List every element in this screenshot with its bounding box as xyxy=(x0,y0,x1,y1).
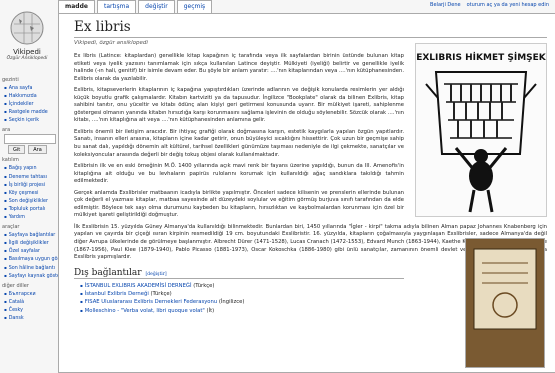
sidebar-item-help[interactable]: Yardım xyxy=(4,213,58,221)
exlibris-caption: EXLIBRIS HİKMET ŞİMŞEK xyxy=(416,52,546,63)
tools-heading: araçlar xyxy=(2,224,20,231)
logo-title: Vikipedi xyxy=(13,48,41,56)
exlibris-illustration: EXLIBRIS HİKMET ŞİMŞEK xyxy=(416,44,547,216)
link-lang-3: (İngilizce) xyxy=(217,299,245,306)
paragraph-5: Gerçek anlamda Exslibrisler matbaanın ic… xyxy=(74,189,404,219)
puzzle-globe-icon xyxy=(10,11,44,45)
sidebar-item-collab[interactable]: İş birliği projesi xyxy=(4,181,58,189)
lang-bg[interactable]: Български xyxy=(4,290,58,298)
sidebar-item-village-pump[interactable]: Köy çeşmesi xyxy=(4,189,58,197)
sidebar-item-about[interactable]: Hakkımızda xyxy=(4,92,58,100)
tools-list: Sayfaya bağlantılar İlgili değişiklikler… xyxy=(0,231,74,280)
sidebar-item-main-page[interactable]: Ana sayfa xyxy=(4,84,58,92)
page-title: Ex libris xyxy=(74,19,547,38)
logo-tagline: Özgür Ansiklopedi xyxy=(6,56,48,61)
paragraph-1: Ex libris (Latince: kitaplardan) genelli… xyxy=(74,53,404,82)
tab-edit[interactable]: değiştir xyxy=(138,0,175,13)
paragraph-2: Exlibris, kitapseverlerin kitaplarının i… xyxy=(74,87,404,124)
search-buttons: Git Ara xyxy=(8,145,58,155)
paragraph-4: Exlibrisin ilk ve en eski örneğinin M.Ö.… xyxy=(74,163,404,185)
participation-heading: katılım xyxy=(2,157,19,164)
sidebar-item-sandbox[interactable]: Deneme tahtası xyxy=(4,173,58,181)
sidebar-item-what-links[interactable]: Sayfaya bağlantılar xyxy=(4,231,58,239)
sidebar-item-printable[interactable]: Basılmaya uygun görünüm xyxy=(4,255,74,263)
languages-heading: diğer diller xyxy=(2,282,29,289)
book-cover-illustration xyxy=(466,239,544,367)
external-links-heading: Dış bağlantılar [değiştir] xyxy=(74,268,404,279)
page-tabs: madde tartışma değiştir geçmiş xyxy=(58,0,213,13)
tab-history[interactable]: geçmiş xyxy=(176,0,213,13)
sidebar: gezinti Ana sayfa Hakkımızda İçindekiler… xyxy=(0,74,74,322)
sidebar-item-donate[interactable]: Bağış yapın xyxy=(4,164,58,172)
sidebar-item-related[interactable]: İlgili değişiklikler xyxy=(4,239,58,247)
user-area: Belarji Dene oturum aç ya da yeni hesap … xyxy=(430,0,549,10)
link-lang-1: (Türkçe) xyxy=(191,282,215,289)
external-link-3[interactable]: FISAE Uluslararası Exlibris Dernekleri F… xyxy=(85,299,217,305)
search-input[interactable] xyxy=(4,134,56,145)
sidebar-item-cite[interactable]: Sayfayı kaynak göster xyxy=(4,272,62,280)
paragraph-3: Exlibris önemli bir iletişim aracıdır. B… xyxy=(74,128,404,158)
languages-list: Български Català Česky Dansk xyxy=(0,290,58,322)
sidebar-item-special[interactable]: Özel sayfalar xyxy=(4,247,58,255)
sidebar-item-random[interactable]: Rastgele madde xyxy=(4,108,58,116)
external-link-2[interactable]: İstanbul Exlibris Derneği xyxy=(85,291,149,297)
sidebar-item-recent-changes[interactable]: Son değişiklikler xyxy=(4,197,58,205)
sidebar-item-community[interactable]: Topluluk portalı xyxy=(4,205,58,213)
go-button[interactable]: Git xyxy=(8,145,26,155)
section-title: Dış bağlantılar xyxy=(74,267,142,278)
sidebar-item-featured[interactable]: Seçkin içerik xyxy=(4,116,58,124)
search-heading: ara xyxy=(2,127,11,134)
nav-list: Ana sayfa Hakkımızda İçindekiler Rastgel… xyxy=(0,84,58,124)
participation-list: Bağış yapın Deneme tahtası İş birliği pr… xyxy=(0,164,58,221)
external-link-1[interactable]: İSTANBUL EXLIBRIS AKADEMİSİ DERNEĞİ xyxy=(85,283,192,289)
search-button[interactable]: Ara xyxy=(28,145,47,155)
sidebar-item-permalink[interactable]: Son hâline bağlantı xyxy=(4,264,58,272)
nav-heading: gezinti xyxy=(2,77,19,83)
section-edit-link[interactable]: [değiştir] xyxy=(146,272,167,277)
book-cover-image[interactable] xyxy=(465,238,545,368)
tab-article[interactable]: madde xyxy=(58,0,95,13)
sidebar-item-contents[interactable]: İçindekiler xyxy=(4,100,58,108)
lang-da[interactable]: Dansk xyxy=(4,314,58,322)
exlibris-image[interactable]: EXLIBRIS HİKMET ŞİMŞEK xyxy=(415,43,547,217)
username-link[interactable]: Belarji Dene xyxy=(430,2,461,8)
lang-cs[interactable]: Česky xyxy=(4,306,58,314)
link-lang-4: (İt) xyxy=(204,307,215,314)
login-link[interactable]: oturum aç ya da yeni hesap edin xyxy=(467,2,549,8)
wiki-logo[interactable]: Vikipedi Özgür Ansiklopedi xyxy=(4,9,50,61)
tab-talk[interactable]: tartışma xyxy=(96,0,137,13)
link-lang-2: (Türkçe) xyxy=(148,291,172,298)
external-link-4[interactable]: Molleschino - "Verba volat, libri quoque… xyxy=(85,308,205,314)
lang-ca[interactable]: Català xyxy=(4,298,58,306)
